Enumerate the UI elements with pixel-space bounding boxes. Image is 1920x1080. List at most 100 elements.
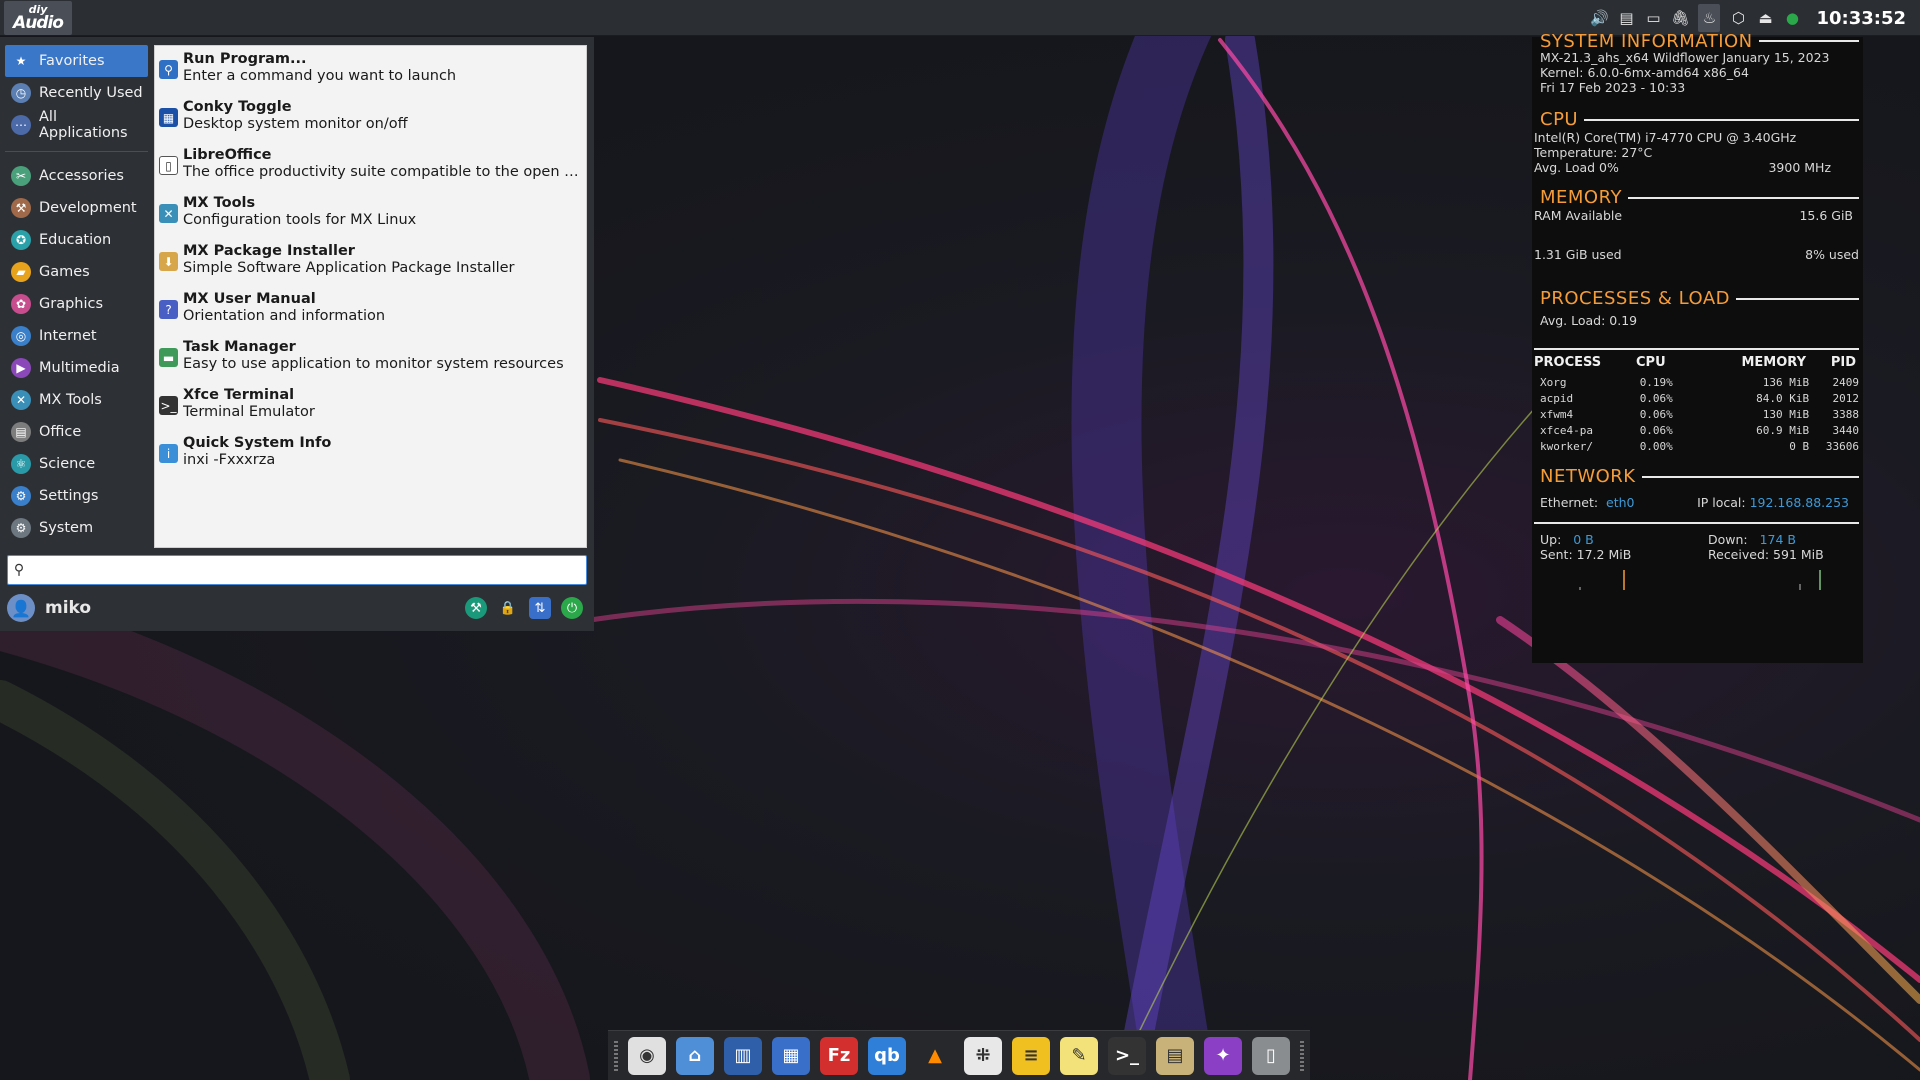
- dock-handle-left[interactable]: [614, 1040, 618, 1071]
- category-internet[interactable]: ◎ Internet: [5, 320, 148, 352]
- package-installer-icon: ⬇: [159, 252, 178, 271]
- process-table-header: PROCESS CPU MEMORY PID: [1534, 348, 1859, 370]
- process-cell: 3440: [1832, 424, 1860, 437]
- dock-handle-right[interactable]: [1300, 1040, 1304, 1071]
- category-development[interactable]: ⚒ Development: [5, 192, 148, 224]
- display-icon[interactable]: ▭: [1644, 9, 1662, 27]
- process-cell: 0.19%: [1639, 376, 1673, 389]
- process-cell: 60.9 MiB: [1756, 424, 1810, 437]
- category-label: Recently Used: [39, 85, 143, 101]
- avatar[interactable]: 👤: [7, 594, 35, 622]
- filezilla-icon[interactable]: Fz: [820, 1036, 858, 1075]
- category-favorites[interactable]: ★ Favorites: [5, 45, 148, 77]
- lock-icon[interactable]: 🔒: [497, 597, 519, 619]
- education-icon: ✪: [11, 230, 31, 250]
- app-item-xfce-terminal[interactable]: >_ Xfce Terminal Terminal Emulator: [155, 382, 586, 430]
- eject-icon[interactable]: ⏏: [1756, 9, 1774, 27]
- clipboard-icon[interactable]: ▤: [1617, 9, 1635, 27]
- file-manager-icon[interactable]: ⌂: [676, 1036, 714, 1075]
- flame-icon[interactable]: ♨: [1698, 4, 1721, 32]
- network-rate-row: Up: 0 B Down: 174 B: [1540, 532, 1796, 547]
- vlc-icon[interactable]: ▲: [916, 1036, 954, 1075]
- category-accessories[interactable]: ✂ Accessories: [5, 160, 148, 192]
- search-input[interactable]: [30, 557, 570, 583]
- package-icon[interactable]: ⬡: [1729, 9, 1747, 27]
- update-icon[interactable]: ●: [1783, 9, 1801, 27]
- terminal-icon[interactable]: >_: [1108, 1036, 1146, 1075]
- app-item-run-program[interactable]: ⚲ Run Program... Enter a command you want …: [155, 46, 586, 94]
- category-mx-tools[interactable]: ✕ MX Tools: [5, 384, 148, 416]
- app-menu-button[interactable]: diy Audio: [4, 1, 72, 35]
- category-education[interactable]: ✪ Education: [5, 224, 148, 256]
- wrench-icon[interactable]: ⚒: [465, 597, 487, 619]
- application-menu: ★ Favorites ◷ Recently Used ⋯ All Application…: [0, 37, 594, 631]
- category-label: Education: [39, 232, 112, 248]
- app-item-mx-package-installer[interactable]: ⬇ MX Package Installer Simple Software App…: [155, 238, 586, 286]
- category-label: Development: [39, 200, 137, 216]
- app-item-quick-system-info[interactable]: i Quick System Info inxi -Fxxxrza: [155, 430, 586, 478]
- category-office[interactable]: ▤ Office: [5, 416, 148, 448]
- chrome-icon[interactable]: ◉: [628, 1036, 666, 1075]
- category-system[interactable]: ⚙ System: [5, 512, 148, 544]
- app-name: LibreOffice: [183, 147, 272, 163]
- process-row: xfwm4 0.06% 130 MiB 3388: [1540, 408, 1859, 424]
- category-all-applications[interactable]: ⋯ All Applications: [5, 109, 148, 141]
- trash-icon[interactable]: ▯: [1252, 1036, 1290, 1075]
- process-cell: 0.06%: [1639, 408, 1673, 421]
- app-name: Task Manager: [183, 339, 296, 355]
- app-item-conky-toggle[interactable]: ▦ Conky Toggle Desktop system monitor on/o…: [155, 94, 586, 142]
- app-description: Configuration tools for MX Linux: [183, 212, 417, 228]
- ram-used: 1.31 GiB used: [1534, 247, 1622, 262]
- dock: ◉ ⌂ ▥ ▦ Fz qb ▲ ⁜ ≡ ✎ >_ ▤ ✦ ▯: [608, 1030, 1310, 1080]
- qbittorrent-icon[interactable]: qb: [868, 1036, 906, 1075]
- volume-icon[interactable]: 🔊: [1590, 9, 1609, 27]
- notebook-icon[interactable]: ▥: [724, 1036, 762, 1075]
- mx-tools-icon: ✕: [159, 204, 178, 223]
- run-icon: ⚲: [159, 60, 178, 79]
- tidal-icon[interactable]: ⁜: [964, 1036, 1002, 1075]
- process-cell: 2012: [1832, 392, 1860, 405]
- clock[interactable]: 10:33:52: [1816, 8, 1906, 29]
- conky-monitor: SYSTEM INFORMATION MX-21.3_ahs_x64 Wildf…: [1532, 31, 1863, 663]
- libreoffice-icon: ▯: [159, 156, 178, 175]
- logout-icon[interactable]: ⏻: [561, 597, 583, 619]
- clock-icon: ◷: [11, 83, 31, 103]
- paperclip-icon[interactable]: 🖇: [1671, 9, 1690, 27]
- category-recently-used[interactable]: ◷ Recently Used: [5, 77, 148, 109]
- category-label: Office: [39, 424, 82, 440]
- process-table: Xorg 0.19% 136 MiB 2409 acpid 0.06% 84.0 KiB 20…: [1540, 376, 1859, 456]
- switch-user-icon[interactable]: ⇅: [529, 597, 551, 619]
- multimedia-icon: ▶: [11, 358, 31, 378]
- archive-icon[interactable]: ▤: [1156, 1036, 1194, 1075]
- process-cell: Xorg: [1540, 376, 1567, 389]
- category-science[interactable]: ⚛ Science: [5, 448, 148, 480]
- grid-icon: ⋯: [11, 115, 31, 135]
- category-label: Science: [39, 456, 96, 472]
- app-description: Desktop system monitor on/off: [183, 116, 408, 132]
- os-version: MX-21.3_ahs_x64 Wildflower January 15, 2…: [1540, 50, 1830, 65]
- calculator-icon[interactable]: ▦: [772, 1036, 810, 1075]
- app-item-task-manager[interactable]: ▬ Task Manager Easy to use application to …: [155, 334, 586, 382]
- app-item-mx-user-manual[interactable]: ? MX User Manual Orientation and informati…: [155, 286, 586, 334]
- category-settings[interactable]: ⚙ Settings: [5, 480, 148, 512]
- firefox-icon[interactable]: ✦: [1204, 1036, 1242, 1075]
- cpu-temperature: Temperature: 27°C: [1534, 145, 1653, 160]
- ethernet-interface: eth0: [1606, 495, 1635, 510]
- notes-icon[interactable]: ≡: [1012, 1036, 1050, 1075]
- ethernet-row: Ethernet: eth0 IP local: 192.168.88.253: [1540, 495, 1849, 510]
- app-description: The office productivity suite compatible…: [183, 164, 583, 180]
- search-box[interactable]: ⚲: [7, 555, 587, 585]
- app-name: Quick System Info: [183, 435, 332, 451]
- app-description: Enter a command you want to launch: [183, 68, 457, 84]
- text-editor-icon[interactable]: ✎: [1060, 1036, 1098, 1075]
- received-total: Received: 591 MiB: [1708, 547, 1824, 562]
- manual-icon: ?: [159, 300, 178, 319]
- app-item-mx-tools[interactable]: ✕ MX Tools Configuration tools for MX Linu…: [155, 190, 586, 238]
- category-graphics[interactable]: ✿ Graphics: [5, 288, 148, 320]
- process-cell: 84.0 KiB: [1756, 392, 1810, 405]
- category-games[interactable]: ▰ Games: [5, 256, 148, 288]
- category-multimedia[interactable]: ▶ Multimedia: [5, 352, 148, 384]
- process-cell: xfce4-pa: [1540, 424, 1593, 437]
- sent-total: Sent: 17.2 MiB: [1540, 547, 1632, 562]
- app-item-libreoffice[interactable]: ▯ LibreOffice The office productivity suit…: [155, 142, 586, 190]
